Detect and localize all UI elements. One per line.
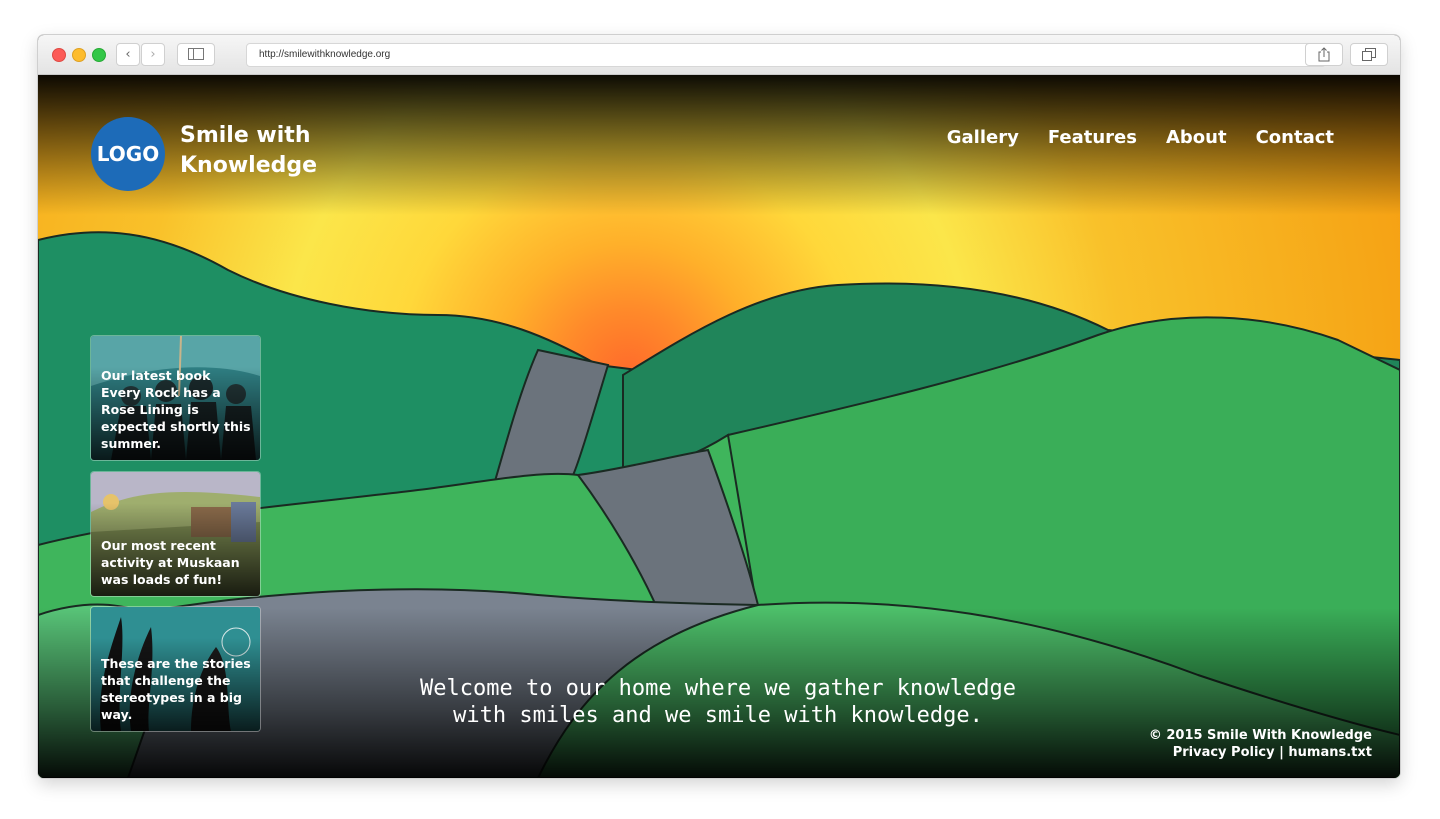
address-url: http://smilewithknowledge.org [259, 49, 391, 60]
nav-contact[interactable]: Contact [1256, 127, 1334, 148]
close-window-button[interactable] [52, 48, 66, 62]
page-viewport: LOGO Smile with Knowledge Gallery Featur… [38, 75, 1400, 778]
sidebar-toggle-button[interactable] [177, 43, 215, 66]
news-card-muskaan[interactable]: Our most recent activity at Muskaan was … [91, 472, 260, 596]
site-title[interactable]: Smile with Knowledge [180, 121, 340, 181]
footer-separator: | [1274, 745, 1289, 760]
back-button[interactable]: ‹ [116, 43, 140, 66]
site-title-line1: Smile with [180, 123, 311, 148]
welcome-message: Welcome to our home where we gather know… [338, 675, 1098, 729]
nav-gallery[interactable]: Gallery [947, 127, 1019, 148]
share-icon [1318, 47, 1330, 62]
chevron-left-icon: ‹ [125, 47, 131, 62]
news-card-text: Our latest book Every Rock has a Rose Li… [101, 368, 251, 451]
browser-window: ‹ › http://smilewithknowledge.org ↻ [38, 35, 1400, 778]
tabs-icon [1362, 48, 1376, 61]
minimize-window-button[interactable] [72, 48, 86, 62]
site-logo[interactable]: LOGO [91, 117, 165, 191]
privacy-policy-link[interactable]: Privacy Policy [1173, 745, 1275, 760]
footer-links: Privacy Policy | humans.txt [1149, 744, 1372, 761]
forward-button[interactable]: › [141, 43, 165, 66]
news-card-text: Our most recent activity at Muskaan was … [101, 538, 240, 587]
humans-txt-link[interactable]: humans.txt [1288, 745, 1372, 760]
chevron-right-icon: › [150, 47, 156, 62]
address-bar[interactable]: http://smilewithknowledge.org ↻ [246, 43, 1326, 67]
copyright-text: © 2015 Smile With Knowledge [1148, 728, 1372, 743]
site-title-line2: Knowledge [180, 153, 318, 178]
news-card-stories[interactable]: These are the stories that challenge the… [91, 607, 260, 731]
zoom-window-button[interactable] [92, 48, 106, 62]
site-footer: © 2015 Smile With Knowledge Privacy Poli… [1149, 727, 1372, 761]
main-nav: Gallery Features About Contact [947, 127, 1334, 148]
nav-about[interactable]: About [1166, 127, 1227, 148]
sidebar-icon [188, 48, 204, 60]
news-card-text: These are the stories that challenge the… [101, 656, 251, 722]
welcome-line1: Welcome to our home where we gather know… [419, 676, 1017, 701]
nav-features[interactable]: Features [1048, 127, 1137, 148]
welcome-line2: with smiles and we smile with knowledge. [453, 703, 983, 728]
share-button[interactable] [1305, 43, 1343, 66]
browser-toolbar: ‹ › http://smilewithknowledge.org ↻ [38, 35, 1400, 75]
news-card-book[interactable]: Our latest book Every Rock has a Rose Li… [91, 336, 260, 460]
tabs-button[interactable] [1350, 43, 1388, 66]
